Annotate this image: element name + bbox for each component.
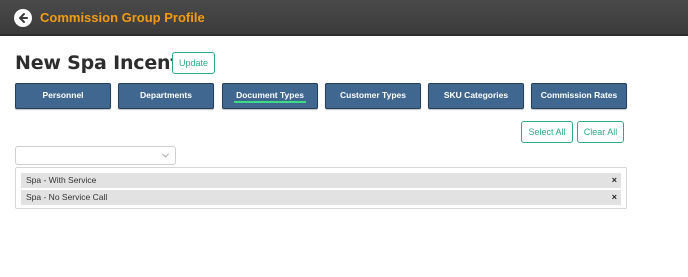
remove-icon[interactable]: × [612, 190, 617, 205]
tab-commission-rates[interactable]: Commission Rates [531, 83, 627, 109]
tab-label: Commission Rates [540, 90, 618, 100]
remove-icon[interactable]: × [612, 173, 617, 188]
tab-personnel[interactable]: Personnel [15, 83, 111, 109]
list-item: Spa - No Service Call × [21, 190, 621, 205]
clear-all-button[interactable]: Clear All [577, 121, 624, 143]
active-tab-indicator [234, 101, 306, 103]
document-type-select[interactable] [15, 146, 176, 165]
app-header: Commission Group Profile [0, 0, 688, 36]
list-item-label: Spa - No Service Call [26, 192, 108, 202]
back-arrow-icon[interactable] [14, 9, 32, 27]
tab-label: Document Types [236, 90, 304, 100]
list-item-label: Spa - With Service [26, 175, 97, 185]
tab-customer-types[interactable]: Customer Types [325, 83, 421, 109]
list-item: Spa - With Service × [21, 173, 621, 188]
update-button[interactable]: Update [172, 52, 215, 74]
select-all-button[interactable]: Select All [521, 121, 573, 143]
selected-items-list: Spa - With Service × Spa - No Service Ca… [15, 167, 627, 209]
tab-label: SKU Categories [443, 90, 509, 100]
tab-label: Departments [140, 90, 192, 100]
tab-sku-categories[interactable]: SKU Categories [428, 83, 524, 109]
tab-label: Customer Types [340, 90, 406, 100]
tab-label: Personnel [42, 90, 84, 100]
header-title: Commission Group Profile [40, 10, 205, 25]
tab-departments[interactable]: Departments [118, 83, 214, 109]
tab-document-types[interactable]: Document Types [222, 83, 318, 109]
chevron-down-icon [161, 153, 170, 158]
